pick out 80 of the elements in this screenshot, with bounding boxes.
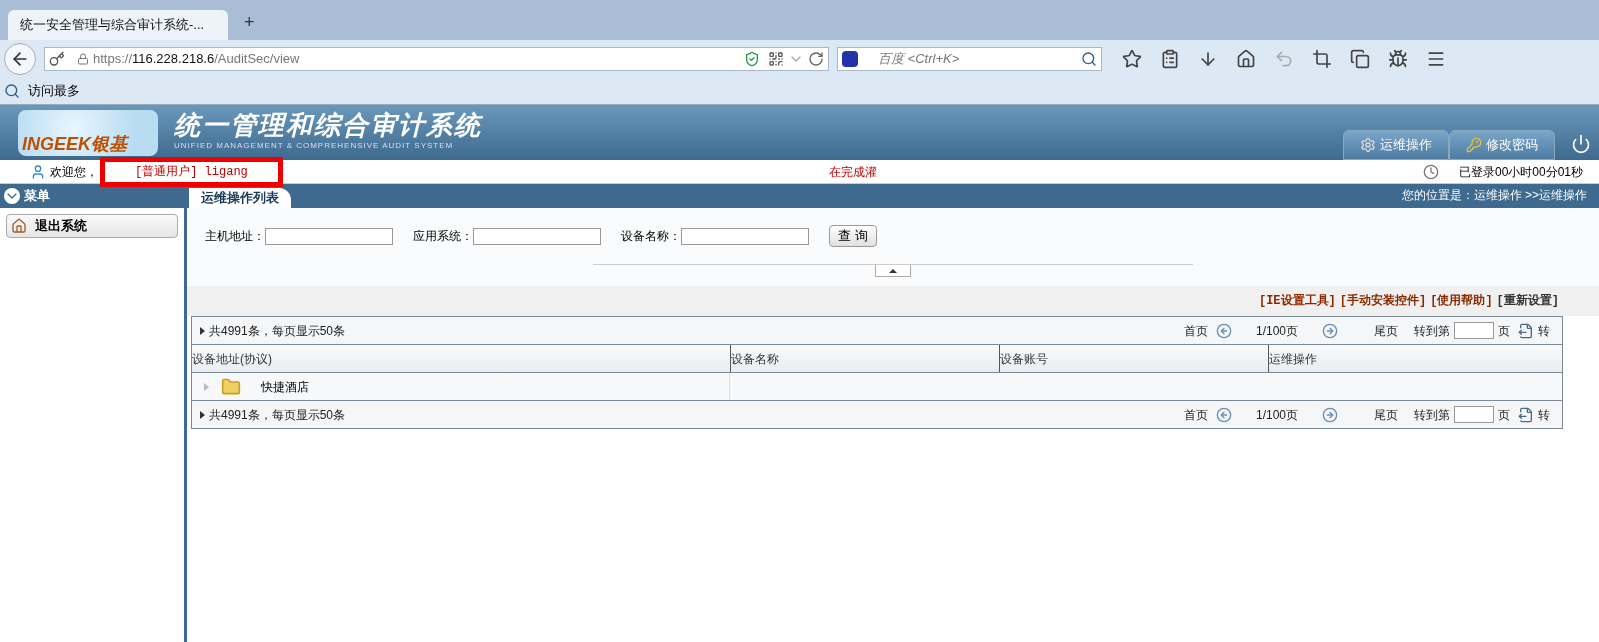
key-icon bbox=[49, 51, 65, 67]
previous-page-icon[interactable] bbox=[1215, 406, 1232, 423]
tool-link[interactable]: [手动安装控件] bbox=[1339, 292, 1427, 310]
house-icon bbox=[11, 218, 27, 234]
page-number-field[interactable] bbox=[1454, 406, 1494, 423]
panel-tab[interactable]: 运维操作列表 bbox=[189, 188, 291, 208]
system-title: 统一管理和综合审计系统 bbox=[174, 110, 482, 140]
play-icon bbox=[200, 410, 205, 419]
pages-icon[interactable] bbox=[1350, 49, 1370, 69]
page-unit-label: 页 bbox=[1498, 406, 1510, 424]
filter-field[interactable] bbox=[681, 227, 809, 245]
qr-code-icon[interactable] bbox=[768, 51, 784, 67]
first-page-link[interactable]: 首页 bbox=[1183, 405, 1208, 424]
bug-icon[interactable] bbox=[1388, 49, 1408, 69]
column-header: 设备名称 bbox=[730, 345, 999, 372]
next-page-icon[interactable] bbox=[1322, 406, 1338, 423]
gear-icon bbox=[1360, 137, 1376, 153]
last-page-link[interactable]: 尾页 bbox=[1374, 405, 1398, 424]
welcome-text: 欢迎您， bbox=[50, 163, 98, 181]
sidebar-header: 菜单 bbox=[0, 184, 184, 208]
next-page-icon[interactable] bbox=[1322, 322, 1338, 339]
goto-label: 转到第 bbox=[1414, 322, 1450, 340]
reload-icon[interactable] bbox=[808, 51, 824, 67]
last-page-link[interactable]: 尾页 bbox=[1374, 321, 1398, 340]
play-icon bbox=[200, 326, 205, 335]
menu-icon[interactable] bbox=[1426, 49, 1446, 69]
logo: INGEEK银基 bbox=[18, 110, 158, 156]
first-page-link[interactable]: 首页 bbox=[1183, 321, 1208, 340]
browser-tab[interactable]: 统一安全管理与综合审计系统-... bbox=[8, 10, 228, 40]
tool-link[interactable]: [IE设置工具] bbox=[1258, 292, 1336, 310]
address-bar[interactable]: https://116.228.218.6/AuditSec/view bbox=[44, 47, 829, 71]
key-icon bbox=[1466, 137, 1482, 153]
search-field[interactable]: 百度 <Ctrl+K> bbox=[837, 47, 1102, 71]
page-number-field[interactable] bbox=[1454, 322, 1494, 339]
breadcrumb: 您的位置是：运维操作 >>运维操作 bbox=[1401, 187, 1587, 204]
search-placeholder: 百度 <Ctrl+K> bbox=[878, 50, 960, 69]
record-summary: 共4991条，每页显示50条 bbox=[209, 322, 346, 340]
filter-label: 设备名称： bbox=[621, 228, 681, 245]
bookmark-link[interactable]: 访问最多 bbox=[28, 81, 80, 101]
shield-icon[interactable] bbox=[744, 51, 760, 67]
go-icon[interactable] bbox=[1518, 406, 1534, 423]
column-header: 设备账号 bbox=[999, 345, 1268, 372]
lock-icon bbox=[77, 53, 89, 65]
go-icon[interactable] bbox=[1518, 322, 1534, 339]
page-unit-label: 页 bbox=[1498, 322, 1510, 340]
new-tab-button[interactable]: + bbox=[244, 9, 255, 36]
filter-label: 主机地址： bbox=[205, 228, 265, 245]
filter-field[interactable] bbox=[265, 227, 393, 245]
search-icon[interactable] bbox=[1081, 51, 1097, 67]
folder-icon bbox=[221, 376, 241, 397]
filter-field[interactable] bbox=[473, 227, 601, 245]
login-time: 已登录00小时00分01秒 bbox=[1458, 163, 1583, 181]
go-link[interactable]: 转 bbox=[1538, 321, 1550, 340]
column-header: 设备地址(协议) bbox=[192, 350, 273, 368]
page-indicator: 1/100页 bbox=[1255, 322, 1298, 340]
sidebar-item[interactable]: 退出系统 bbox=[6, 214, 178, 238]
column-header: 运维操作 bbox=[1268, 345, 1562, 372]
record-summary: 共4991条，每页显示50条 bbox=[209, 406, 346, 424]
user-role: [普通用户] ligang bbox=[135, 162, 248, 181]
collapse-icon[interactable] bbox=[4, 188, 20, 204]
reading-list-icon[interactable] bbox=[1160, 49, 1180, 69]
home-icon[interactable] bbox=[1236, 49, 1256, 69]
crop-icon[interactable] bbox=[1312, 49, 1332, 69]
filter-label: 应用系统： bbox=[413, 228, 473, 245]
query-button[interactable]: 查 询 bbox=[829, 225, 877, 247]
url-text: https://116.228.218.6/AuditSec/view bbox=[93, 50, 300, 69]
page-indicator: 1/100页 bbox=[1255, 406, 1298, 424]
tool-link[interactable]: [重新设置] bbox=[1496, 292, 1559, 310]
user-icon bbox=[30, 163, 46, 180]
previous-page-icon[interactable] bbox=[1215, 322, 1232, 339]
status-text: 在完成灌 bbox=[828, 163, 877, 181]
go-link[interactable]: 转 bbox=[1538, 405, 1550, 424]
back-button[interactable] bbox=[4, 43, 36, 75]
clock-icon bbox=[1422, 163, 1439, 180]
power-icon[interactable] bbox=[1571, 134, 1591, 154]
collapse-toggle[interactable] bbox=[875, 265, 911, 277]
bookmark-star-icon[interactable] bbox=[1122, 49, 1142, 69]
goto-label: 转到第 bbox=[1414, 406, 1450, 424]
system-subtitle: UNIFIED MANAGEMENT & COMPREHENSIVE AUDIT SYSTEM bbox=[174, 140, 455, 152]
tool-link[interactable]: [使用帮助] bbox=[1430, 292, 1493, 310]
